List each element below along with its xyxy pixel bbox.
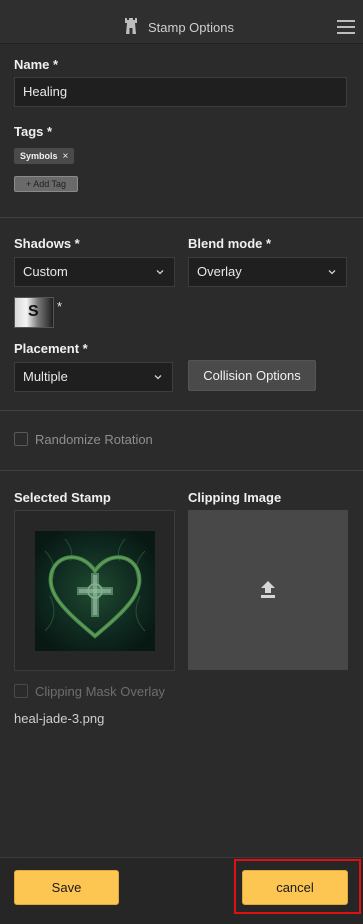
shadows-select-value: Custom — [23, 264, 68, 279]
stamp-image — [35, 531, 155, 651]
add-tag-button[interactable]: + Add Tag — [14, 176, 78, 192]
upload-icon — [261, 581, 275, 598]
blend-mode-select[interactable]: Overlay — [188, 257, 347, 287]
hamburger-menu-icon[interactable] — [337, 20, 355, 34]
placement-select[interactable]: Multiple — [14, 362, 173, 392]
clipping-mask-overlay-checkbox[interactable] — [14, 684, 28, 698]
stamp-filename: heal-jade-3.png — [14, 711, 105, 726]
section-divider — [0, 217, 363, 218]
cancel-highlight-box — [234, 859, 361, 914]
panel-header: Stamp Options — [0, 0, 363, 44]
clipping-mask-overlay-label: Clipping Mask Overlay — [35, 684, 166, 699]
shadows-select[interactable]: Custom — [14, 257, 175, 287]
section-divider — [0, 410, 363, 411]
name-input[interactable]: Healing — [14, 77, 347, 107]
tag-chip: Symbols × — [14, 148, 75, 164]
remove-tag-icon[interactable]: × — [63, 151, 69, 162]
tag-chip-label: Symbols — [20, 151, 58, 161]
section-divider — [0, 470, 363, 471]
selected-stamp-preview[interactable] — [14, 510, 175, 671]
shadows-label: Shadows * — [14, 236, 80, 251]
randomize-rotation-checkbox[interactable] — [14, 432, 28, 446]
required-marker: * — [57, 299, 63, 314]
clipping-image-dropzone[interactable] — [188, 510, 348, 670]
collision-options-button[interactable]: Collision Options — [188, 360, 316, 391]
chevron-down-icon — [328, 270, 336, 275]
shadow-preview-letter: S — [28, 303, 39, 320]
placement-label: Placement * — [14, 341, 88, 356]
placement-select-value: Multiple — [23, 369, 68, 384]
blend-mode-select-value: Overlay — [197, 264, 242, 279]
clipping-image-label: Clipping Image — [188, 490, 282, 505]
panel-title: Stamp Options — [148, 20, 234, 35]
castle-tower-icon — [125, 18, 137, 34]
shadow-preview-thumbnail[interactable]: S — [14, 297, 54, 328]
chevron-down-icon — [154, 375, 162, 380]
stamp-options-panel: Stamp Options Name * Healing Tags * Symb… — [0, 0, 363, 924]
save-button[interactable]: Save — [14, 870, 119, 905]
tags-label: Tags * — [14, 124, 53, 139]
randomize-rotation-label: Randomize Rotation — [35, 432, 153, 447]
blend-mode-label: Blend mode * — [188, 236, 272, 251]
name-label: Name * — [14, 57, 59, 72]
selected-stamp-label: Selected Stamp — [14, 490, 111, 505]
chevron-down-icon — [156, 270, 164, 275]
